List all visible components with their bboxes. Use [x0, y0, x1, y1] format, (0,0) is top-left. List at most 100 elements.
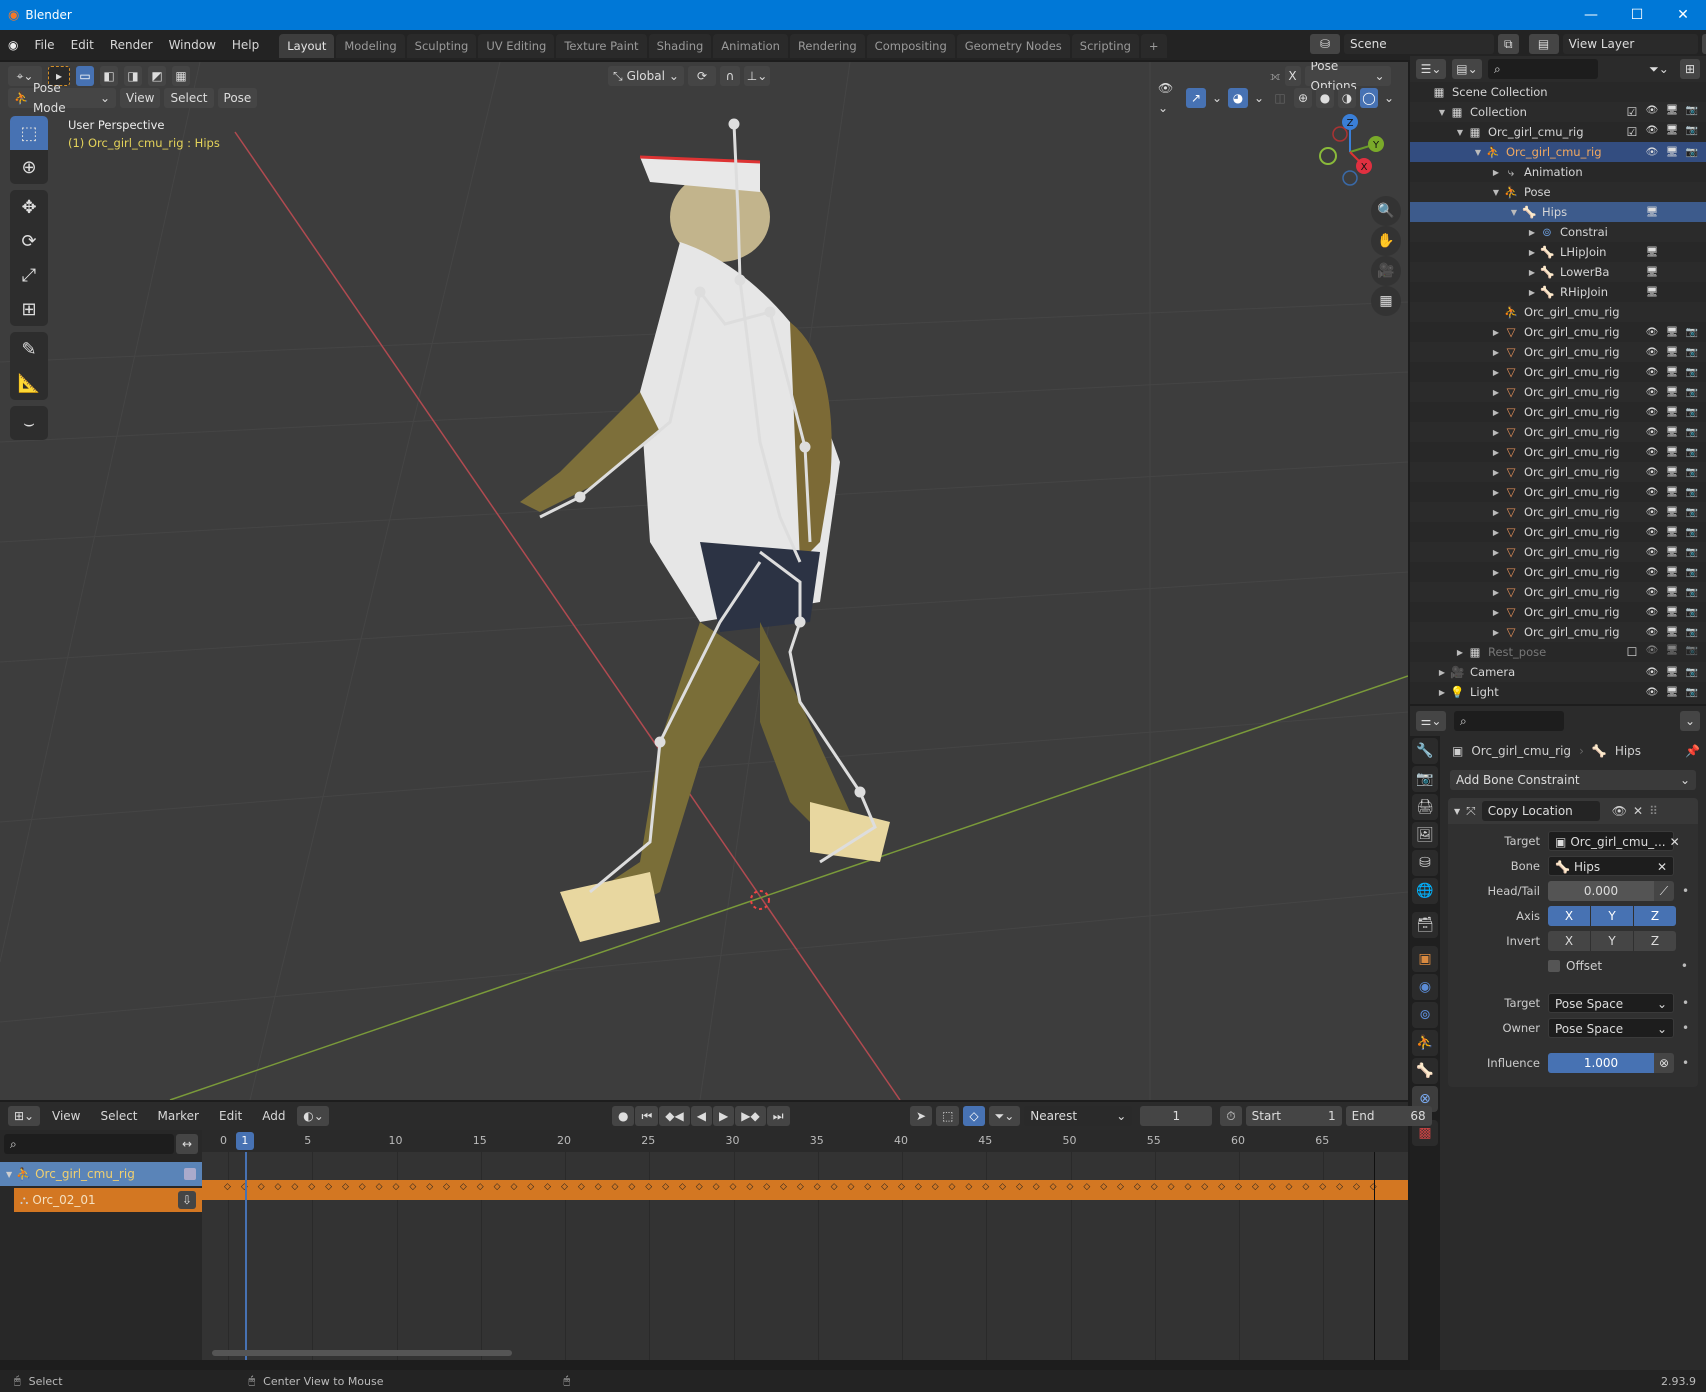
axis-y-toggle[interactable]: Y: [1591, 906, 1633, 926]
outliner-row[interactable]: ▶ ▽ Orc_girl_cmu_rig 👁 🖥 📷: [1410, 502, 1706, 522]
outliner-editor-type[interactable]: ☰⌄: [1416, 59, 1446, 79]
keyframe[interactable]: ◇: [864, 1182, 871, 1192]
monitor-icon[interactable]: 🖥: [1664, 687, 1680, 698]
keyframe-select-button[interactable]: ◇: [963, 1106, 985, 1126]
camera-view-button[interactable]: 🎥: [1371, 256, 1401, 286]
scene-name-field[interactable]: Scene: [1344, 34, 1494, 54]
keyframe[interactable]: ◇: [999, 1182, 1006, 1192]
keyframe[interactable]: ◇: [1353, 1182, 1360, 1192]
keyframe-dot[interactable]: •: [1681, 959, 1688, 973]
select-tool-button[interactable]: ➤: [910, 1106, 933, 1126]
maximize-button[interactable]: ☐: [1614, 0, 1660, 30]
expand-triangle-icon[interactable]: ▶: [1526, 228, 1538, 237]
outliner-row[interactable]: ▼ ▦ Collection ☑ 👁 🖥 📷: [1410, 102, 1706, 122]
keyframe[interactable]: ◇: [426, 1182, 433, 1192]
cursor-tool[interactable]: ⊕: [10, 150, 48, 184]
shading-wireframe[interactable]: ⊕: [1294, 88, 1312, 108]
swap-filter-button[interactable]: ↔: [176, 1134, 198, 1154]
keyframe[interactable]: ◇: [1201, 1182, 1208, 1192]
monitor-icon[interactable]: 🖥: [1664, 627, 1680, 638]
gizmo-dropdown[interactable]: ⌄: [1210, 88, 1224, 108]
transform-orientation-dropdown[interactable]: ⤡ Global ⌄: [608, 66, 684, 86]
x-mirror-toggle[interactable]: X: [1284, 66, 1301, 86]
keyframe[interactable]: ◇: [915, 1182, 922, 1192]
monitor-icon[interactable]: 🖥: [1664, 527, 1680, 538]
monitor-icon[interactable]: 🖥: [1644, 207, 1660, 218]
render-camera-icon[interactable]: 📷: [1684, 105, 1700, 119]
expand-triangle-icon[interactable]: ▼: [1490, 188, 1502, 197]
eye-icon[interactable]: 👁: [1644, 587, 1660, 598]
box-select-button[interactable]: ⬚: [936, 1106, 960, 1126]
eye-icon[interactable]: 👁: [1644, 387, 1660, 398]
keyframe[interactable]: ◇: [443, 1182, 450, 1192]
keyframe[interactable]: ◇: [679, 1182, 686, 1192]
expand-triangle-icon[interactable]: ▶: [1490, 588, 1502, 597]
outliner-row[interactable]: ▶ ▽ Orc_girl_cmu_rig 👁 🖥 📷: [1410, 322, 1706, 342]
monitor-icon[interactable]: 🖥: [1664, 125, 1680, 139]
bone-size-tool[interactable]: ⌣: [10, 406, 48, 440]
target-space-dropdown[interactable]: Pose Space ⌄: [1548, 993, 1674, 1013]
render-camera-icon[interactable]: 📷: [1684, 367, 1700, 378]
collapse-triangle-icon[interactable]: ▼: [1454, 807, 1460, 816]
snap-target-dropdown[interactable]: ⊥⌄: [744, 66, 770, 86]
eye-icon[interactable]: 👁: [1644, 367, 1660, 378]
keyframe[interactable]: ◇: [1252, 1182, 1259, 1192]
expand-triangle-icon[interactable]: ▶: [1436, 688, 1448, 697]
channel-checkbox[interactable]: [184, 1168, 196, 1180]
render-camera-icon[interactable]: 📷: [1684, 607, 1700, 618]
next-keyframe-button[interactable]: ▶◆: [735, 1106, 766, 1126]
outliner-row[interactable]: ▶ ▽ Orc_girl_cmu_rig 👁 🖥 📷: [1410, 562, 1706, 582]
keyframe[interactable]: ◇: [578, 1182, 585, 1192]
expand-triangle-icon[interactable]: ▶: [1490, 368, 1502, 377]
drag-handle-icon[interactable]: ⠿: [1649, 804, 1658, 818]
delete-constraint-icon[interactable]: ✕: [1633, 804, 1643, 818]
eye-icon[interactable]: 👁: [1644, 125, 1660, 139]
outliner-search-input[interactable]: ⌕: [1488, 59, 1598, 79]
bone-field[interactable]: 🦴 Hips ✕: [1548, 856, 1674, 876]
outliner-row[interactable]: ▼ 🦴 Hips 🖥: [1410, 202, 1706, 222]
pin-icon[interactable]: 📌: [1685, 744, 1700, 758]
keyframe-dot[interactable]: •: [1682, 996, 1689, 1010]
filter-dropdown[interactable]: ⏷⌄: [1644, 59, 1674, 79]
minimize-button[interactable]: —: [1568, 0, 1614, 30]
expand-triangle-icon[interactable]: ▶: [1490, 428, 1502, 437]
keyframe[interactable]: ◇: [561, 1182, 568, 1192]
expand-triangle-icon[interactable]: ▶: [1490, 608, 1502, 617]
select-box-tool[interactable]: ⬚: [10, 116, 48, 150]
render-camera-icon[interactable]: 📷: [1684, 527, 1700, 538]
head-tail-slider[interactable]: 0.000: [1548, 881, 1654, 901]
expand-triangle-icon[interactable]: ▼: [1454, 128, 1466, 137]
keyframe[interactable]: ◇: [460, 1182, 467, 1192]
pivot-point-dropdown[interactable]: ⟳: [688, 66, 716, 86]
keyframe[interactable]: ◇: [1067, 1182, 1074, 1192]
eye-icon[interactable]: 👁: [1644, 667, 1660, 678]
eye-icon[interactable]: 👁: [1644, 607, 1660, 618]
outliner-row[interactable]: ▼ ⛹ Orc_girl_cmu_rig 👁 🖥 📷: [1410, 142, 1706, 162]
add-workspace-button[interactable]: +: [1140, 34, 1167, 58]
snap-mode-dropdown[interactable]: Nearest Frame⌄: [1024, 1106, 1133, 1143]
keyframe[interactable]: ◇: [746, 1182, 753, 1192]
clear-icon[interactable]: ✕: [1657, 857, 1667, 875]
outliner-row[interactable]: ▶ ▽ Orc_girl_cmu_rig 👁 🖥 📷: [1410, 342, 1706, 362]
keyframe[interactable]: ◇: [645, 1182, 652, 1192]
overlay-dropdown[interactable]: ⌄: [1252, 88, 1266, 108]
tab-world[interactable]: 🌐: [1412, 878, 1438, 904]
outliner-row[interactable]: ▼ ⛹ Pose: [1410, 182, 1706, 202]
keyframe[interactable]: ◇: [393, 1182, 400, 1192]
channel-action[interactable]: ⛬ Orc_02_01 ⇩: [14, 1188, 202, 1212]
move-tool[interactable]: ✥: [10, 190, 48, 224]
monitor-icon[interactable]: 🖥: [1664, 507, 1680, 518]
keyframe[interactable]: ◇: [612, 1182, 619, 1192]
keyframe[interactable]: ◇: [325, 1182, 332, 1192]
play-button[interactable]: ▶: [713, 1106, 735, 1126]
keyframe[interactable]: ◇: [510, 1182, 517, 1192]
eye-icon[interactable]: 👁: [1644, 105, 1660, 119]
monitor-icon[interactable]: 🖥: [1664, 487, 1680, 498]
eye-icon[interactable]: 👁: [1644, 645, 1660, 659]
outliner-row[interactable]: ▶ ▽ Orc_girl_cmu_rig 👁 🖥 📷: [1410, 622, 1706, 642]
expand-triangle-icon[interactable]: ▶: [1490, 568, 1502, 577]
keyframe[interactable]: ◇: [965, 1182, 972, 1192]
mirror-icon[interactable]: ⟗: [1270, 69, 1281, 84]
clear-icon[interactable]: ✕: [1670, 832, 1680, 850]
ortho-toggle-button[interactable]: ▦: [1371, 286, 1401, 316]
